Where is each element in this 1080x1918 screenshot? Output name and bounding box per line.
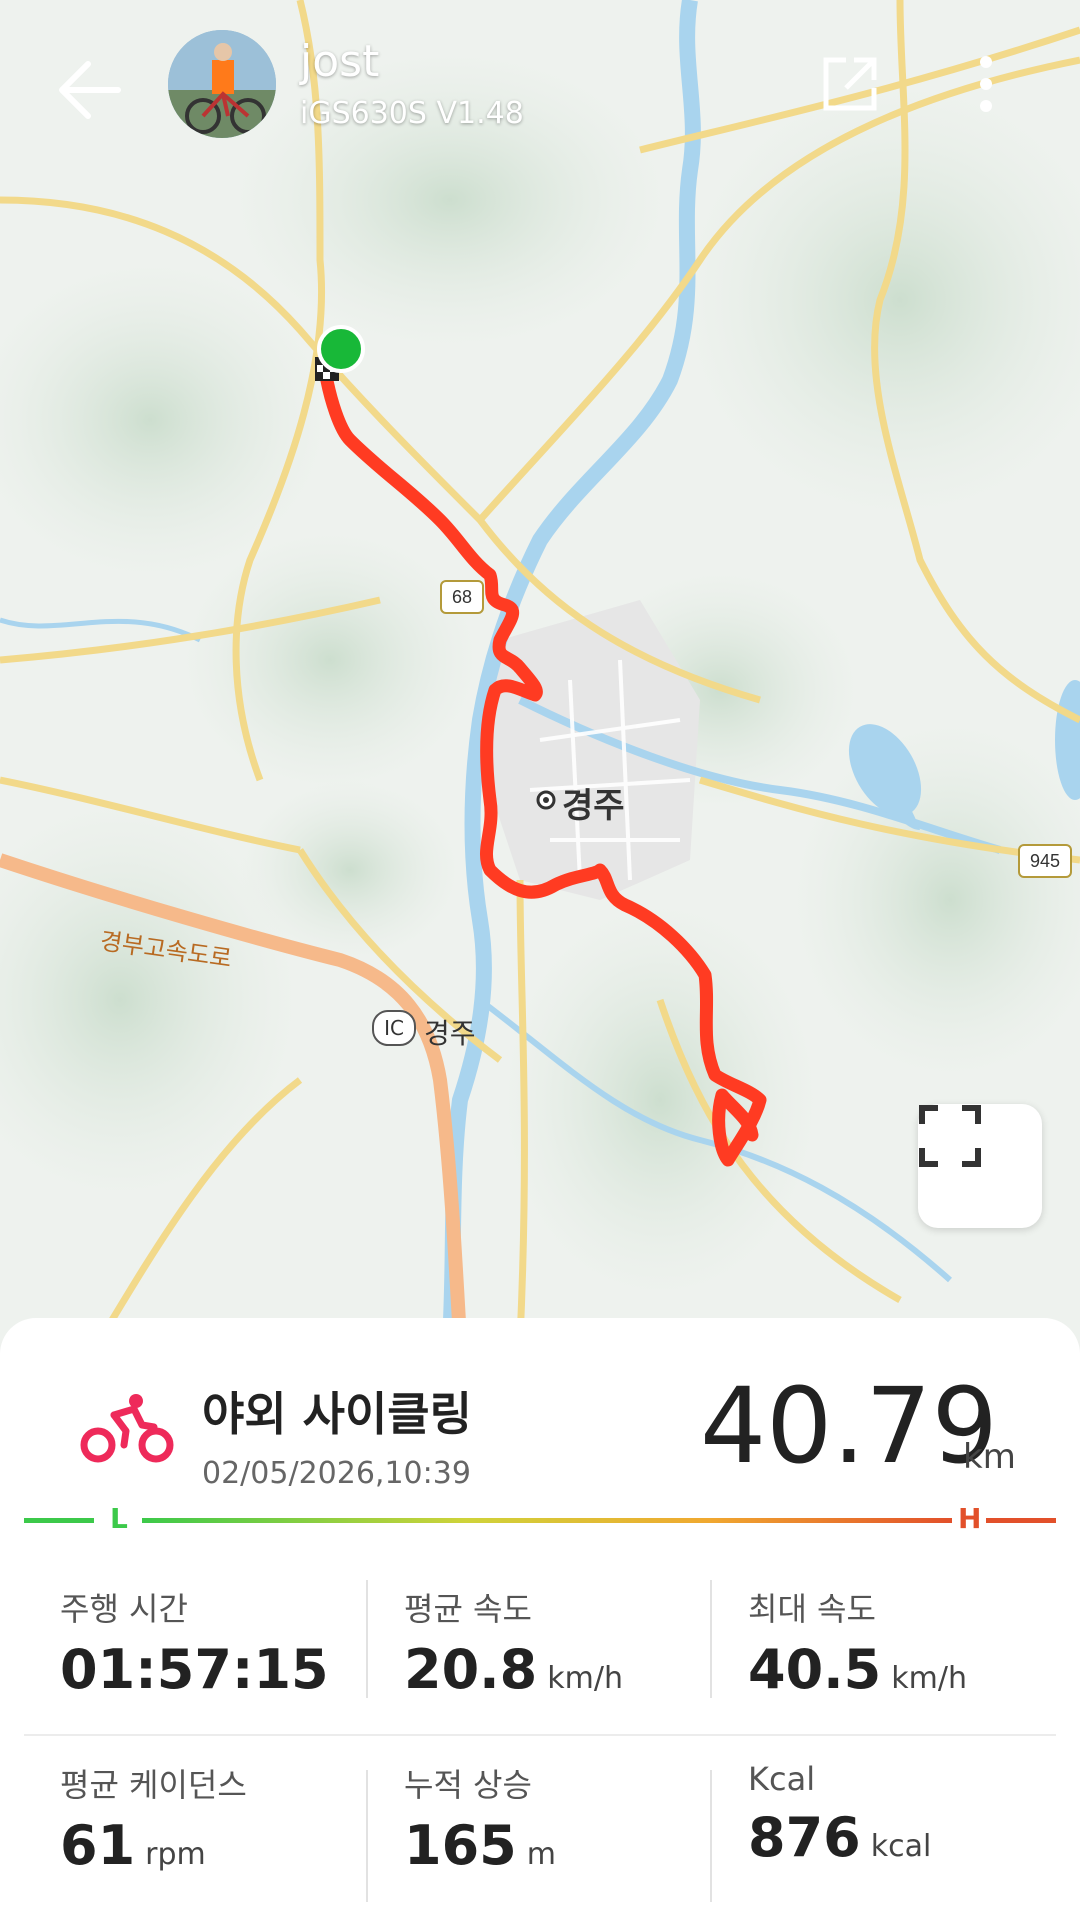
start-marker-icon bbox=[317, 325, 365, 373]
stat-avg-speed: 평균 속도 20.8 km/h bbox=[404, 1584, 623, 1701]
ic-label: 경주 bbox=[424, 1017, 476, 1050]
stat-unit: km/h bbox=[891, 1661, 967, 1696]
stat-avg-cadence: 평균 케이던스 61 rpm bbox=[60, 1760, 247, 1877]
stat-value: 20.8 bbox=[404, 1638, 538, 1701]
route-map[interactable]: 경주 IC 경주 경부고속도로 68 945 bbox=[0, 0, 1080, 1340]
stat-value: 876 bbox=[748, 1806, 861, 1869]
route-68-shield: 68 bbox=[440, 580, 484, 614]
fullscreen-icon bbox=[919, 1105, 981, 1167]
stat-unit: km/h bbox=[547, 1661, 623, 1696]
route-945-shield: 945 bbox=[1018, 844, 1072, 878]
scale-high-label: H bbox=[958, 1502, 982, 1535]
distance-value: 40.79 bbox=[700, 1365, 998, 1487]
stat-unit: kcal bbox=[870, 1829, 932, 1864]
avatar-photo bbox=[168, 30, 276, 138]
user-name: jost bbox=[300, 36, 380, 87]
external-link-icon bbox=[823, 57, 877, 111]
share-button[interactable] bbox=[820, 54, 880, 114]
avatar[interactable] bbox=[168, 30, 276, 138]
divider bbox=[710, 1770, 712, 1902]
stat-label: 최대 속도 bbox=[748, 1590, 876, 1628]
back-button[interactable] bbox=[48, 50, 128, 130]
stat-label: Kcal bbox=[748, 1760, 816, 1798]
back-arrow-icon bbox=[59, 61, 121, 119]
divider bbox=[366, 1580, 368, 1698]
more-vertical-icon bbox=[980, 56, 992, 112]
stat-value: 165 bbox=[404, 1814, 517, 1877]
ic-badge: IC bbox=[372, 1010, 416, 1046]
stat-label: 누적 상승 bbox=[404, 1766, 532, 1804]
stat-unit: m bbox=[526, 1837, 556, 1872]
stat-label: 평균 케이던스 bbox=[60, 1766, 247, 1804]
stat-unit: rpm bbox=[145, 1837, 206, 1872]
activity-date: 02/05/2026,10:39 bbox=[202, 1456, 471, 1491]
top-bar: jost iGS630S V1.48 bbox=[0, 0, 1080, 170]
stat-max-speed: 최대 속도 40.5 km/h bbox=[748, 1584, 967, 1701]
stat-value: 40.5 bbox=[748, 1638, 882, 1701]
cycling-icon bbox=[80, 1393, 174, 1465]
fullscreen-button[interactable] bbox=[918, 1104, 1042, 1228]
stat-calories: Kcal 876 kcal bbox=[748, 1760, 931, 1869]
intensity-scale: L H bbox=[24, 1500, 1056, 1540]
stat-label: 평균 속도 bbox=[404, 1590, 532, 1628]
more-options-button[interactable] bbox=[966, 50, 1006, 120]
device-name: iGS630S V1.48 bbox=[300, 96, 524, 131]
activity-title: 야외 사이클링 bbox=[202, 1387, 472, 1441]
divider bbox=[710, 1580, 712, 1698]
distance-unit: km bbox=[963, 1437, 1016, 1477]
stat-ride-time: 주행 시간 01:57:15 bbox=[60, 1584, 329, 1701]
stat-value: 01:57:15 bbox=[60, 1638, 329, 1701]
scale-low-label: L bbox=[110, 1502, 128, 1535]
stat-value: 61 bbox=[60, 1814, 136, 1877]
stat-label: 주행 시간 bbox=[60, 1590, 188, 1628]
divider bbox=[366, 1770, 368, 1902]
city-label: 경주 bbox=[562, 786, 625, 826]
row-divider bbox=[24, 1734, 1056, 1736]
stat-elevation-gain: 누적 상승 165 m bbox=[404, 1760, 556, 1877]
